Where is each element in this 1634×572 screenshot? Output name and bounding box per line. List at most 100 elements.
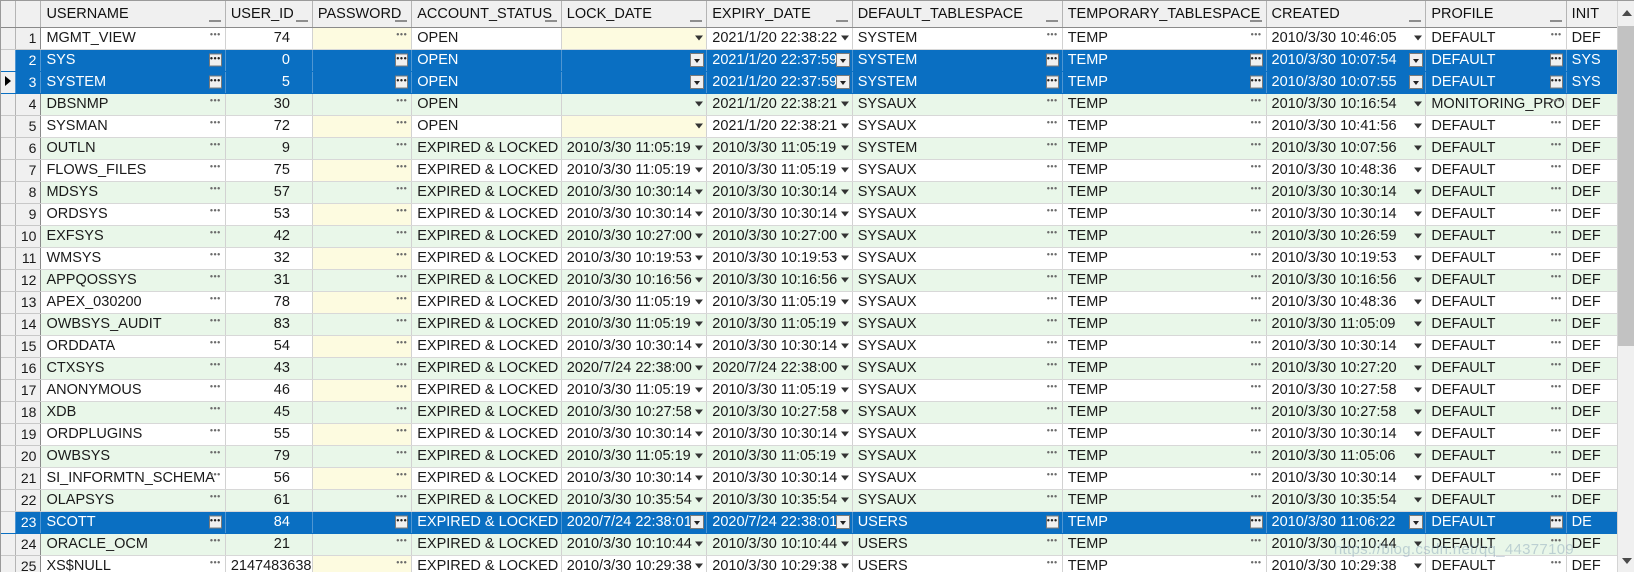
column-header-user-id[interactable]: USER_ID xyxy=(225,1,313,28)
column-header-account-status[interactable]: ACCOUNT_STATUS xyxy=(411,1,562,28)
cell-lock-date[interactable] xyxy=(561,71,708,94)
table-row[interactable]: 12 APPQOSSYS ••• 31 ••• EXPIRED & LOCKED 2010/… xyxy=(1,269,1618,292)
cell-profile[interactable]: DEFAULT ••• xyxy=(1425,225,1567,248)
cell-expiry-date[interactable]: 2010/3/30 10:35:54 xyxy=(706,489,853,512)
cell-expiry-date[interactable]: 2010/3/30 10:30:14 xyxy=(706,423,853,446)
row-indicator-cell[interactable] xyxy=(1,555,16,572)
row-indicator-cell[interactable] xyxy=(1,49,16,72)
cell-editor-ellipsis-button[interactable]: ••• xyxy=(1046,538,1059,551)
row-indicator-cell[interactable] xyxy=(1,247,16,270)
cell-account-status[interactable]: EXPIRED & LOCKED xyxy=(411,533,562,556)
cell-editor-ellipsis-button[interactable]: ••• xyxy=(1046,472,1059,485)
cell-created[interactable]: 2010/3/30 10:16:54 xyxy=(1266,93,1427,116)
row-indicator-cell[interactable] xyxy=(1,401,16,424)
cell-created[interactable]: 2010/3/30 11:05:09 xyxy=(1266,313,1427,336)
cell-password[interactable]: ••• xyxy=(312,93,413,116)
cell-expiry-date[interactable]: 2010/3/30 11:05:19 xyxy=(706,159,853,182)
table-row[interactable]: 10 EXFSYS ••• 42 ••• EXPIRED & LOCKED 2010/3/3… xyxy=(1,225,1618,248)
cell-dropdown-button[interactable] xyxy=(695,123,704,129)
cell-initial-rsrc[interactable]: DEF xyxy=(1566,93,1618,116)
cell-created[interactable]: 2010/3/30 10:48:36 xyxy=(1266,159,1427,182)
row-indicator-cell[interactable] xyxy=(1,467,16,490)
cell-lock-date[interactable]: 2010/3/30 10:35:54 xyxy=(561,489,708,512)
cell-initial-rsrc[interactable]: DEF xyxy=(1566,291,1618,314)
cell-default-tablespace[interactable]: SYSAUX ••• xyxy=(852,269,1063,292)
cell-editor-ellipsis-button[interactable]: ••• xyxy=(1550,450,1563,463)
cell-profile[interactable]: DEFAULT ••• xyxy=(1425,27,1567,50)
cell-initial-rsrc[interactable]: DEF xyxy=(1566,181,1618,204)
cell-editor-ellipsis-button[interactable]: ••• xyxy=(395,384,408,397)
column-filter-button[interactable] xyxy=(835,11,848,22)
cell-lock-date[interactable]: 2020/7/24 22:38:00 xyxy=(561,357,708,380)
table-row[interactable]: 1 MGMT_VIEW ••• 74 ••• OPEN 2021/1/20 22:38:22… xyxy=(1,27,1618,50)
table-body[interactable]: 1 MGMT_VIEW ••• 74 ••• OPEN 2021/1/20 22:38:22… xyxy=(1,27,1618,572)
cell-dropdown-button[interactable] xyxy=(840,475,849,481)
table-row[interactable]: 23 SCOTT ••• 84 ••• EXPIRED & LOCKED 2020/7/24… xyxy=(1,511,1618,534)
cell-temporary-tablespace[interactable]: TEMP ••• xyxy=(1062,71,1267,94)
cell-editor-ellipsis-button[interactable]: ••• xyxy=(395,230,408,243)
cell-editor-ellipsis-button[interactable]: ••• xyxy=(209,406,222,419)
cell-username[interactable]: APPQOSSYS ••• xyxy=(40,269,226,292)
cell-editor-ellipsis-button[interactable]: ••• xyxy=(209,186,222,199)
cell-expiry-date[interactable]: 2010/3/30 11:05:19 xyxy=(706,313,853,336)
cell-editor-ellipsis-button[interactable]: ••• xyxy=(1046,252,1059,265)
cell-dropdown-button[interactable] xyxy=(1414,255,1423,261)
cell-editor-ellipsis-button[interactable]: ••• xyxy=(1550,560,1563,572)
row-number-cell[interactable]: 9 xyxy=(15,203,42,226)
cell-default-tablespace[interactable]: SYSAUX ••• xyxy=(852,181,1063,204)
cell-editor-ellipsis-button[interactable]: ••• xyxy=(1550,318,1563,331)
cell-dropdown-button[interactable] xyxy=(835,53,850,67)
cell-editor-ellipsis-button[interactable]: ••• xyxy=(395,362,408,375)
table-row[interactable]: 18 XDB ••• 45 ••• EXPIRED & LOCKED 2010/3/30 1… xyxy=(1,401,1618,424)
row-number-cell[interactable]: 16 xyxy=(15,357,42,380)
cell-dropdown-button[interactable] xyxy=(1409,75,1424,89)
cell-username[interactable]: WMSYS ••• xyxy=(40,247,226,270)
column-header-profile[interactable]: PROFILE xyxy=(1425,1,1567,28)
cell-editor-ellipsis-button[interactable]: ••• xyxy=(1250,32,1263,45)
row-number-cell[interactable]: 5 xyxy=(15,115,42,138)
cell-editor-ellipsis-button[interactable]: ••• xyxy=(1550,494,1563,507)
cell-dropdown-button[interactable] xyxy=(1414,277,1423,283)
cell-dropdown-button[interactable] xyxy=(1409,515,1424,529)
cell-editor-ellipsis-button[interactable]: ••• xyxy=(209,538,222,551)
row-indicator-cell[interactable] xyxy=(1,357,16,380)
cell-user-id[interactable]: 75 xyxy=(225,159,313,182)
cell-account-status[interactable]: EXPIRED & LOCKED xyxy=(411,555,562,572)
cell-initial-rsrc[interactable]: DEF xyxy=(1566,27,1618,50)
row-number-cell[interactable]: 15 xyxy=(15,335,42,358)
cell-dropdown-button[interactable] xyxy=(690,75,705,89)
cell-editor-ellipsis-button[interactable]: ••• xyxy=(1046,32,1059,45)
cell-expiry-date[interactable]: 2010/3/30 10:27:00 xyxy=(706,225,853,248)
cell-account-status[interactable]: EXPIRED & LOCKED xyxy=(411,313,562,336)
cell-account-status[interactable]: OPEN xyxy=(411,71,562,94)
cell-account-status[interactable]: EXPIRED & LOCKED xyxy=(411,445,562,468)
table-row[interactable]: 15 ORDDATA ••• 54 ••• EXPIRED & LOCKED 2010/3/… xyxy=(1,335,1618,358)
cell-username[interactable]: DBSNMP ••• xyxy=(40,93,226,116)
cell-user-id[interactable]: 54 xyxy=(225,335,313,358)
cell-expiry-date[interactable]: 2010/3/30 10:30:14 xyxy=(706,335,853,358)
cell-user-id[interactable]: 84 xyxy=(225,511,313,534)
column-filter-button[interactable] xyxy=(208,11,221,22)
cell-dropdown-button[interactable] xyxy=(695,497,704,503)
cell-dropdown-button[interactable] xyxy=(695,431,704,437)
cell-temporary-tablespace[interactable]: TEMP ••• xyxy=(1062,335,1267,358)
cell-editor-ellipsis-button[interactable]: ••• xyxy=(209,274,222,287)
cell-editor-ellipsis-button[interactable]: ••• xyxy=(1250,230,1263,243)
cell-user-id[interactable]: 43 xyxy=(225,357,313,380)
cell-user-id[interactable]: 45 xyxy=(225,401,313,424)
cell-expiry-date[interactable]: 2021/1/20 22:38:21 xyxy=(706,115,853,138)
cell-temporary-tablespace[interactable]: TEMP ••• xyxy=(1062,137,1267,160)
cell-default-tablespace[interactable]: SYSAUX ••• xyxy=(852,291,1063,314)
cell-editor-ellipsis-button[interactable]: ••• xyxy=(209,450,222,463)
cell-temporary-tablespace[interactable]: TEMP ••• xyxy=(1062,511,1267,534)
cell-user-id[interactable]: 31 xyxy=(225,269,313,292)
cell-dropdown-button[interactable] xyxy=(840,343,849,349)
cell-default-tablespace[interactable]: SYSTEM ••• xyxy=(852,137,1063,160)
cell-username[interactable]: XS$NULL ••• xyxy=(40,555,226,572)
cell-initial-rsrc[interactable]: DEF xyxy=(1566,379,1618,402)
row-indicator-cell[interactable] xyxy=(1,137,16,160)
cell-editor-ellipsis-button[interactable]: ••• xyxy=(395,75,409,89)
cell-editor-ellipsis-button[interactable]: ••• xyxy=(1046,230,1059,243)
table-row[interactable]: 6 OUTLN ••• 9 ••• EXPIRED & LOCKED 2010/3/30 1… xyxy=(1,137,1618,160)
cell-lock-date[interactable]: 2010/3/30 10:29:38 xyxy=(561,555,708,572)
